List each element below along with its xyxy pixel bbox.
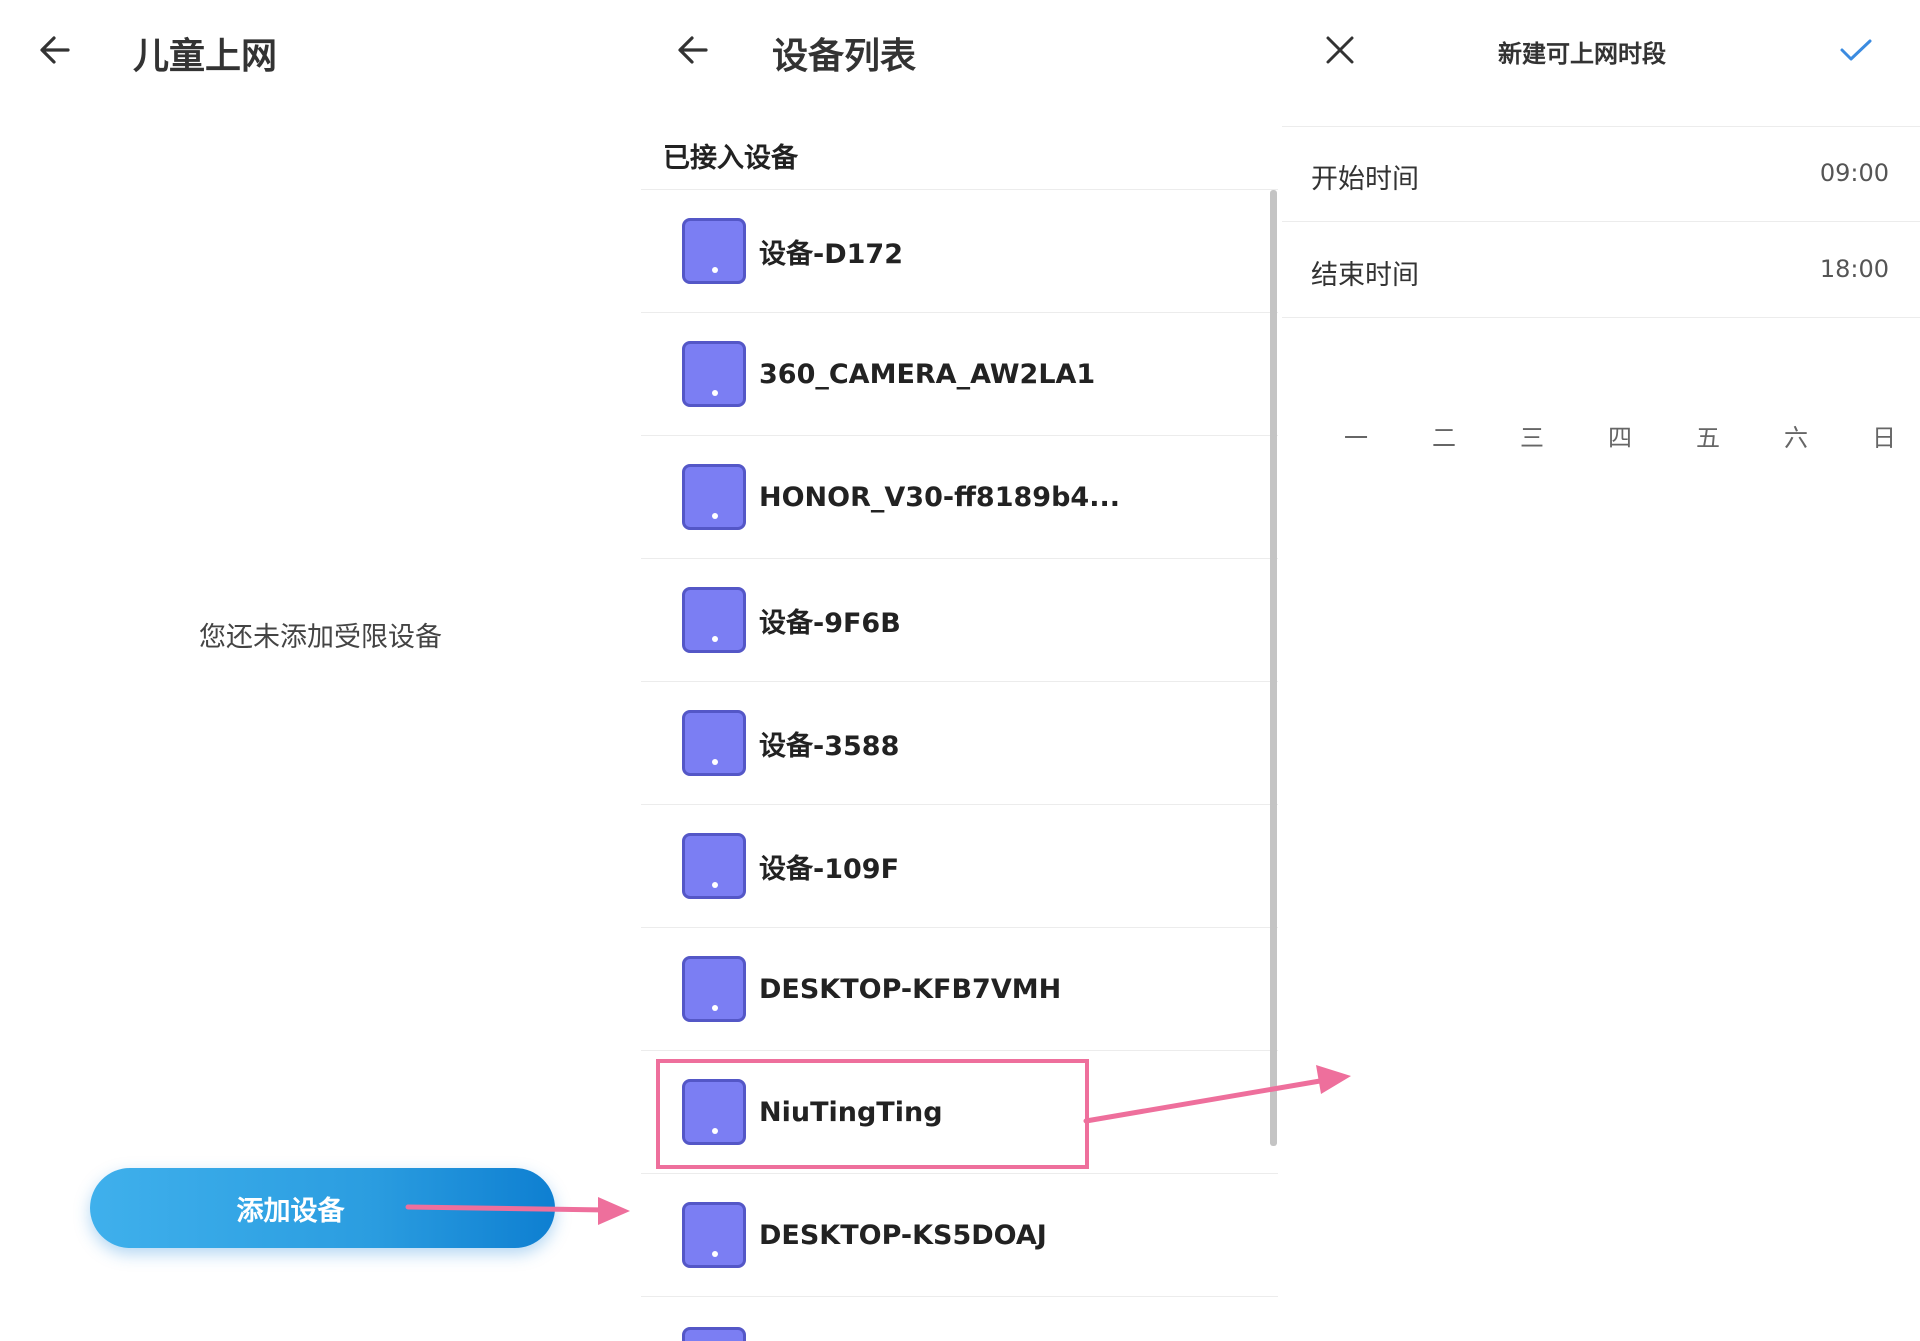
device-icon [682,587,746,653]
device-icon [682,341,746,407]
empty-state-message: 您还未添加受限设备 [199,622,442,653]
weekday-fri[interactable]: 五 [1678,418,1738,453]
device-row-partial[interactable] [641,1297,1278,1341]
arrow-left-icon [678,36,708,64]
arrow-left-icon [40,36,70,64]
device-icon [682,464,746,530]
device-row[interactable]: DESKTOP-KFB7VMH [641,928,1278,1051]
close-icon [1326,36,1354,64]
device-row[interactable]: 360_CAMERA_AW2LA1 [641,313,1278,436]
device-icon [682,833,746,899]
device-row[interactable]: 设备-109F [641,805,1278,928]
device-row[interactable]: 设备-9F6B [641,559,1278,682]
weekday-tue[interactable]: 二 [1414,418,1474,453]
device-name: 设备-9F6B [759,607,901,639]
weekday-thu[interactable]: 四 [1590,418,1650,453]
new-time-slot-panel: 新建可上网时段 开始时间 09:00 结束时间 18:00 一 二 三 四 五 … [1282,0,1920,1341]
page-title: 设备列表 [772,36,917,77]
device-row[interactable]: DESKTOP-KS5DOAJ [641,1174,1278,1297]
end-time-value: 18:00 [1819,255,1889,283]
device-name: 设备-3588 [759,730,900,762]
weekday-sat[interactable]: 六 [1766,418,1826,453]
device-name: 设备-109F [759,853,900,885]
device-icon [682,218,746,284]
device-row[interactable]: HONOR_V30-ff8189b4... [641,436,1278,559]
scrollbar[interactable] [1270,190,1277,1146]
weekday-mon[interactable]: 一 [1326,418,1386,453]
device-name: NiuTingTing [759,1096,943,1128]
weekday-sun[interactable]: 日 [1854,418,1914,453]
weekday-selector: 一 二 三 四 五 六 日 [1282,418,1920,458]
device-row[interactable]: 设备-D172 [641,190,1278,313]
close-button[interactable] [1312,22,1368,78]
add-device-button[interactable]: 添加设备 [90,1168,555,1248]
device-icon [682,1202,746,1268]
back-button[interactable] [665,22,721,78]
start-time-row[interactable]: 开始时间 09:00 [1282,127,1920,222]
device-name: DESKTOP-KS5DOAJ [759,1219,1047,1251]
end-time-row[interactable]: 结束时间 18:00 [1282,223,1920,318]
device-name: 360_CAMERA_AW2LA1 [759,358,1096,390]
weekday-wed[interactable]: 三 [1502,418,1562,453]
checkmark-icon [1840,39,1872,61]
device-icon [682,1079,746,1145]
start-time-label: 开始时间 [1311,164,1419,195]
child-internet-panel: 儿童上网 您还未添加受限设备 添加设备 [0,0,641,1341]
device-name: 设备-D172 [759,238,903,270]
device-icon [682,1327,746,1341]
device-row-highlighted[interactable]: NiuTingTing [641,1051,1278,1174]
start-time-value: 09:00 [1819,159,1889,187]
end-time-label: 结束时间 [1311,260,1419,291]
device-icon [682,956,746,1022]
device-name: DESKTOP-KFB7VMH [759,973,1062,1005]
device-list-panel: 设备列表 已接入设备 设备-D172 360_CAMERA_AW2LA1 HON… [641,0,1278,1341]
back-button[interactable] [27,22,83,78]
add-device-button-label: 添加设备 [236,1195,345,1227]
page-title: 儿童上网 [133,36,278,77]
page-title: 新建可上网时段 [1498,40,1666,68]
device-name: HONOR_V30-ff8189b4... [759,481,1120,513]
confirm-button[interactable] [1828,22,1884,78]
connected-devices-header: 已接入设备 [663,143,798,174]
device-list: 设备-D172 360_CAMERA_AW2LA1 HONOR_V30-ff81… [641,190,1278,1341]
device-row[interactable]: 设备-3588 [641,682,1278,805]
device-icon [682,710,746,776]
